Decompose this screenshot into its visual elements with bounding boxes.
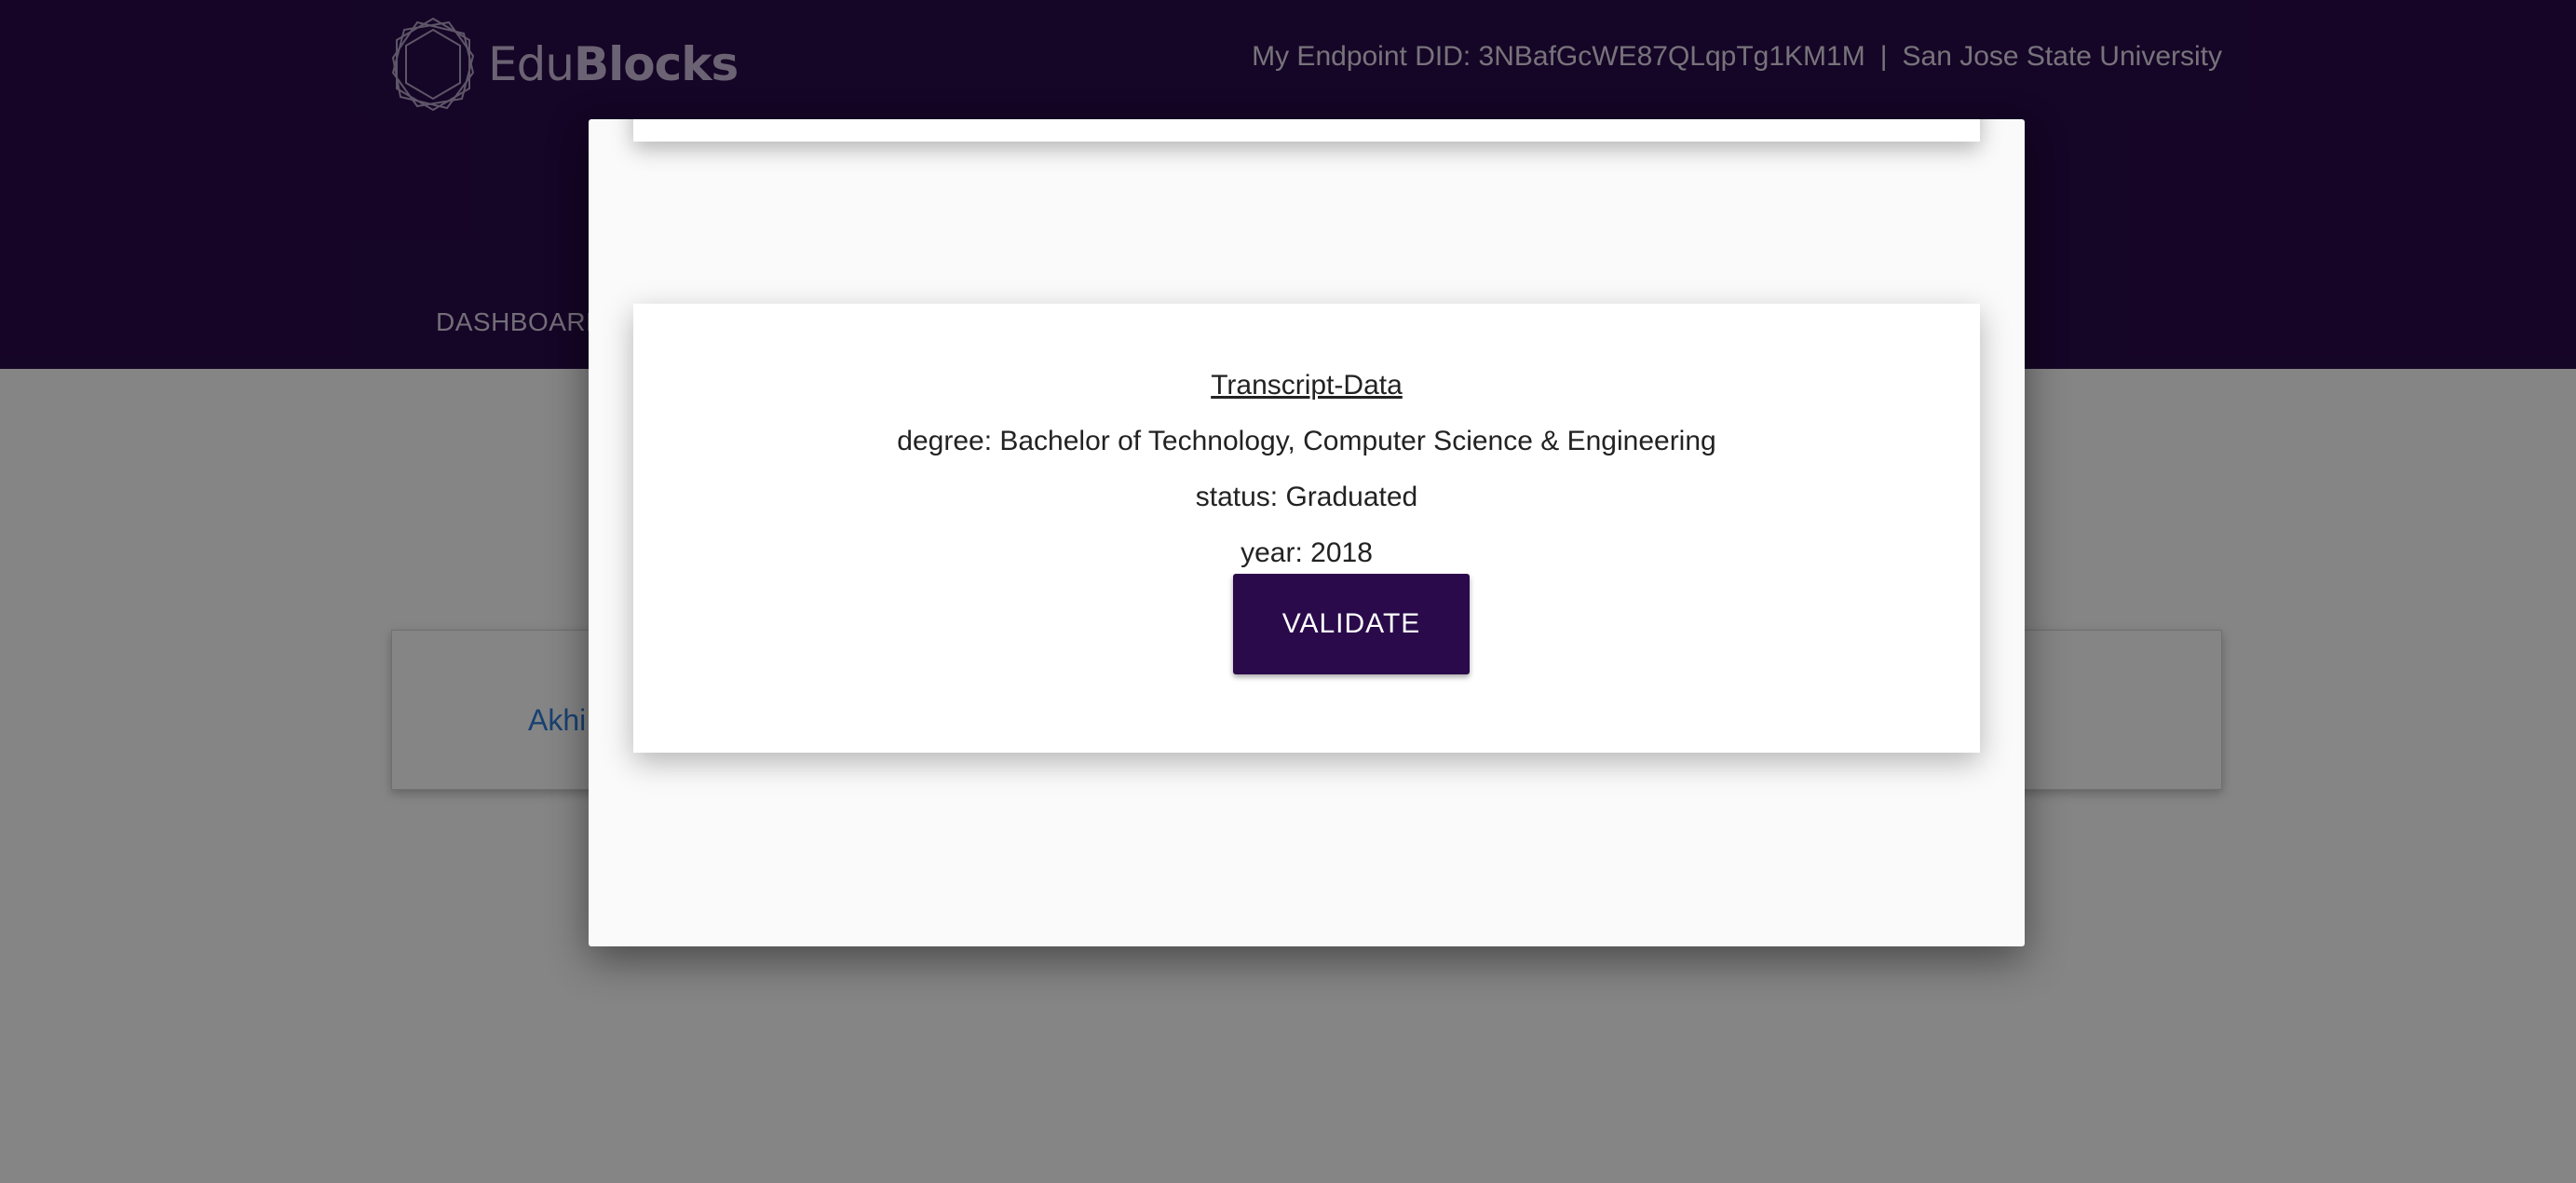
year-field: year: 2018 — [1241, 537, 1373, 568]
status-field: status: Graduated — [1195, 482, 1418, 512]
degree-field: degree: Bachelor of Technology, Computer… — [897, 426, 1716, 456]
transcript-card: Transcript-Data degree: Bachelor of Tech… — [633, 304, 1980, 753]
transcript-title: Transcript-Data — [1211, 370, 1403, 401]
validate-button[interactable]: VALIDATE — [1233, 574, 1470, 674]
transcript-modal: Transcript-Data degree: Bachelor of Tech… — [589, 119, 2025, 946]
previous-record-card — [633, 119, 1980, 142]
